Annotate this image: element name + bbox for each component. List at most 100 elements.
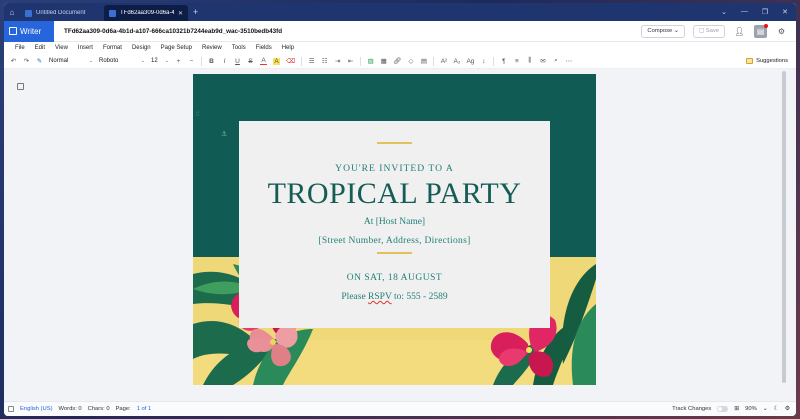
style-select[interactable]: Normal ⌄ (49, 58, 93, 64)
new-tab-icon[interactable]: + (188, 7, 203, 17)
menu-tools[interactable]: Tools (227, 45, 251, 51)
rsvp-phone: to: 555 - 2589 (391, 292, 448, 302)
menu-view[interactable]: View (50, 45, 73, 51)
chevron-down-icon: ⌄ (140, 58, 145, 64)
compose-button[interactable]: Compose ⌄ (641, 24, 685, 38)
rsvp-misspelled-word[interactable]: RSPV (368, 292, 392, 302)
tab-label: Untitled Document (36, 10, 86, 16)
menu-format[interactable]: Format (98, 45, 127, 51)
tab-untitled-document[interactable]: Untitled Document (20, 5, 104, 21)
paragraph-icon[interactable]: ¶ (500, 58, 507, 65)
indent-icon[interactable]: ⇥ (334, 57, 341, 65)
increase-size-icon[interactable]: + (175, 58, 182, 65)
home-icon[interactable]: ⌂ (4, 3, 20, 21)
menu-insert[interactable]: Insert (73, 45, 98, 51)
vertical-scrollbar[interactable] (782, 71, 786, 383)
bold-icon[interactable]: B (208, 58, 215, 65)
notification-dot (764, 23, 768, 28)
italic-icon[interactable]: I (221, 58, 228, 65)
chevron-down-icon[interactable]: ⌄ (763, 406, 768, 412)
superscript-icon[interactable]: A² (440, 58, 448, 65)
align-icon[interactable]: ≡ (513, 58, 520, 65)
undo-icon[interactable]: ↶ (10, 57, 17, 65)
document-title[interactable]: TFd62aa309-0d6a-4b1d-a107-666ca10321b724… (54, 28, 282, 35)
rsvp-line: Please RSPV to: 555 - 2589 (239, 292, 550, 302)
close-window-icon[interactable]: ✕ (782, 8, 788, 16)
avatar[interactable]: ▤ (754, 23, 768, 38)
columns-icon[interactable]: ⫼ (526, 57, 533, 65)
close-icon[interactable]: ✕ (178, 10, 183, 17)
font-value: Roboto (99, 58, 119, 64)
menu-review[interactable]: Review (197, 45, 227, 51)
rsvp-prefix: Please (341, 292, 369, 302)
toolbar-divider (360, 56, 362, 66)
language-selector[interactable]: English (US) (20, 406, 53, 412)
paint-format-icon[interactable]: ✎ (36, 57, 43, 65)
brand-label: Writer (20, 26, 42, 36)
menu-page-setup[interactable]: Page Setup (156, 45, 197, 51)
navigation-pane-icon[interactable] (17, 83, 24, 90)
restore-icon[interactable]: ❐ (762, 8, 768, 16)
app-brand[interactable]: Writer (4, 20, 54, 42)
word-count: Words: 0 (58, 406, 82, 412)
menu-file[interactable]: File (10, 45, 30, 51)
invitation-card[interactable]: YOU'RE INVITED TO A TROPICAL PARTY At [H… (239, 121, 550, 328)
highlight-icon[interactable]: A (273, 57, 280, 65)
format-toolbar: ↶ ↷ ✎ Normal ⌄ Roboto ⌄ 12 ⌄ + − B I U S A … (4, 54, 796, 69)
menu-fields[interactable]: Fields (251, 45, 277, 51)
more-icon[interactable]: ⋯ (565, 57, 573, 65)
clear-format-icon[interactable]: ⌫ (286, 57, 295, 65)
font-color-icon[interactable]: A (260, 57, 267, 65)
share-user-icon[interactable]: 👤︎ (733, 25, 746, 38)
save-button[interactable]: ▢ Save (692, 24, 725, 38)
app-header: Writer TFd62aa309-0d6a-4b1d-a107-666ca10… (4, 20, 796, 42)
change-case-icon[interactable]: Ag (466, 58, 474, 65)
tab-active-document[interactable]: TFd62aa309-0d6a-4... ✕ (104, 5, 188, 21)
theme-icon[interactable]: ☾ (774, 406, 779, 412)
minimize-icon[interactable]: — (741, 8, 748, 16)
page-indicator[interactable]: 1 of 1 (137, 406, 152, 412)
image-icon[interactable]: ▨ (367, 57, 374, 65)
track-changes-toggle[interactable] (717, 406, 729, 412)
host-line: At [Host Name] (363, 217, 426, 227)
chevron-down-icon[interactable]: ⌄ (721, 8, 727, 16)
table-icon[interactable]: ▦ (380, 57, 387, 65)
save-label: Save (705, 28, 719, 34)
gear-icon[interactable]: ⚙ (775, 25, 788, 38)
suggestions-label: Suggestions (756, 58, 788, 64)
menu-help[interactable]: Help (277, 45, 299, 51)
find-icon[interactable]: ⌕ (552, 57, 559, 65)
underline-icon[interactable]: U (234, 58, 241, 65)
chart-icon[interactable]: ▤ (420, 57, 427, 65)
decrease-size-icon[interactable]: − (188, 58, 195, 65)
numbered-list-icon[interactable]: ☷ (321, 57, 328, 65)
spellcheck-icon[interactable] (8, 406, 14, 412)
decorative-line (377, 142, 412, 144)
header-actions: Compose ⌄ ▢ Save 👤︎ ▤ ⚙ (641, 23, 796, 38)
outdent-icon[interactable]: ⇤ (347, 57, 354, 65)
toolbar-divider (433, 56, 435, 66)
menu-design[interactable]: Design (127, 45, 156, 51)
suggestions-button[interactable]: Suggestions (746, 58, 788, 64)
redo-icon[interactable]: ↷ (23, 57, 30, 65)
menu-edit[interactable]: Edit (30, 45, 50, 51)
gear-icon[interactable]: ⚙ (785, 406, 790, 412)
subscript-icon[interactable]: A₂ (453, 58, 461, 65)
font-size-value: 12 (151, 58, 158, 64)
font-select[interactable]: Roboto ⌄ (99, 58, 145, 64)
shape-icon[interactable]: ◇ (407, 57, 414, 65)
font-size-select[interactable]: 12 ⌄ (151, 58, 169, 64)
toolbar-divider (301, 56, 303, 66)
page-label: Page: (115, 406, 131, 412)
line-spacing-icon[interactable]: ↕ (480, 58, 487, 65)
strikethrough-icon[interactable]: S (247, 58, 254, 65)
chevron-down-icon: ⌄ (672, 28, 679, 34)
zoom-fit-icon[interactable]: ⊞ (734, 406, 739, 412)
link-icon[interactable]: 🔗︎ (393, 57, 401, 65)
document-icon (25, 9, 32, 17)
document-page[interactable]: ⁞⁞ ⚓︎ YOU'RE INVITED TO A TROPICAL PARTY… (193, 74, 596, 385)
comment-icon[interactable]: ✉ (539, 57, 546, 65)
chevron-down-icon: ⌄ (88, 58, 93, 64)
bullet-list-icon[interactable]: ☰ (308, 57, 315, 65)
zoom-level[interactable]: 90% (745, 406, 757, 412)
